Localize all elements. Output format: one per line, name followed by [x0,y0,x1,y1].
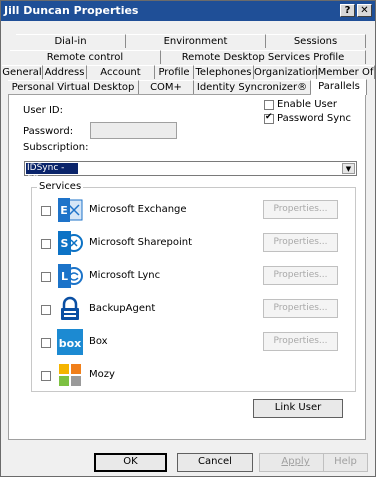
sharepoint-checkbox[interactable] [41,239,51,249]
lync-properties-button[interactable]: Properties... [263,266,338,285]
backupagent-checkbox[interactable] [41,305,51,315]
exchange-checkbox[interactable] [41,206,51,216]
help-button[interactable]: ? [340,4,355,17]
tab-account[interactable]: Account [87,65,155,79]
mozy-name: Mozy [89,369,115,380]
close-button[interactable]: ✕ [357,4,372,17]
tab-sessions[interactable]: Sessions [266,34,366,48]
tab-member-of[interactable]: Member Of [317,65,375,79]
tab-rds-profile[interactable]: Remote Desktop Services Profile [161,50,366,64]
tab-identity-syncronizer[interactable]: Identity Syncronizer® [194,80,311,94]
sharepoint-properties-button[interactable]: Properties... [263,233,338,252]
svg-text:S: S [61,237,69,250]
enable-user-label: Enable User [277,99,338,110]
password-sync-checkbox[interactable] [264,112,274,124]
password-label: Password: [23,126,74,137]
dropdown-arrow-icon[interactable]: ▼ [342,163,355,174]
subscription-select[interactable]: IDSync - 68 ▼ [24,161,357,184]
lync-checkbox[interactable] [41,272,51,282]
tab-telephones[interactable]: Telephones [194,65,254,79]
sharepoint-name: Microsoft Sharepoint [89,237,193,248]
mozy-checkbox[interactable] [41,371,51,381]
tab-profile[interactable]: Profile [155,65,194,79]
tab-environment[interactable]: Environment [126,34,266,48]
backupagent-properties-button[interactable]: Properties... [263,299,338,318]
tab-personal-virtual-desktop[interactable]: Personal Virtual Desktop [8,80,139,94]
lock-icon [57,296,83,322]
svg-text:E: E [60,204,68,217]
password-sync-label: Password Sync [277,113,351,124]
tab-parallels[interactable]: Parallels [311,79,367,95]
subscription-label: Subscription: [23,142,89,153]
box-name: Box [89,336,108,347]
services-group-label: Services [37,181,84,192]
tab-address[interactable]: Address [43,65,87,79]
exchange-icon: E [57,197,83,223]
exchange-name: Microsoft Exchange [89,204,187,215]
lync-icon: L [57,263,83,289]
link-user-button[interactable]: Link User [253,399,343,418]
cancel-button[interactable]: Cancel [177,453,253,472]
help-footer-button[interactable]: Help [323,453,368,472]
box-checkbox[interactable] [41,338,51,348]
enable-user-checkbox[interactable] [264,100,274,110]
subscription-value: IDSync - 68 [26,163,78,184]
lync-name: Microsoft Lync [89,270,161,281]
properties-dialog: Jill Duncan Properties ? ✕ Dial-in Envir… [0,0,376,477]
apply-button[interactable]: Apply [259,453,332,472]
exchange-properties-button[interactable]: Properties... [263,200,338,219]
backupagent-name: BackupAgent [89,303,156,314]
ok-button[interactable]: OK [94,453,167,472]
svg-text:L: L [61,270,68,283]
box-properties-button[interactable]: Properties... [263,332,338,351]
box-icon: box [57,329,83,355]
user-id-label: User ID: [23,105,63,116]
mozy-icon [57,362,83,388]
svg-text:box: box [59,337,82,350]
title-bar[interactable]: Jill Duncan Properties [1,1,375,21]
tab-general[interactable]: General [2,65,43,79]
tab-remote-control[interactable]: Remote control [10,50,161,64]
password-field[interactable] [90,122,177,139]
sharepoint-icon: S [57,230,83,256]
tab-dial-in[interactable]: Dial-in [16,34,126,48]
tab-com-plus[interactable]: COM+ [139,80,194,94]
window-title: Jill Duncan Properties [4,4,139,17]
tab-organization[interactable]: Organization [254,65,318,79]
